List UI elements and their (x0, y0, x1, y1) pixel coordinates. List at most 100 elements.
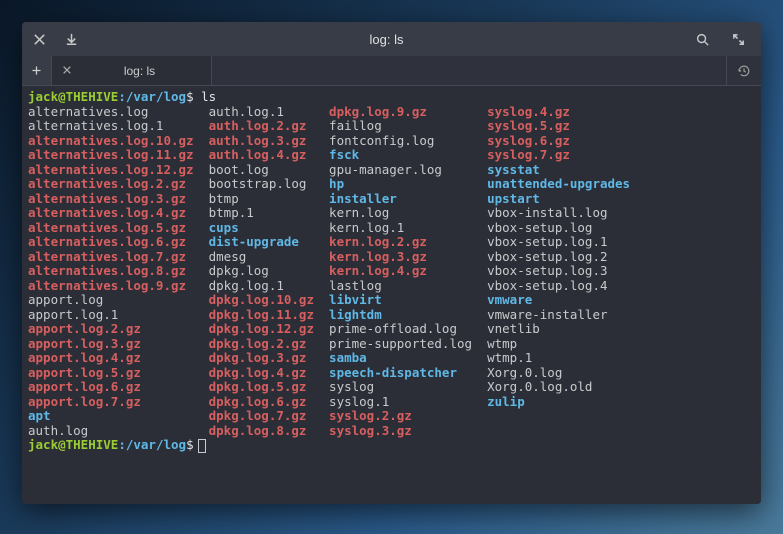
file-entry: alternatives.log.8.gz (28, 264, 209, 279)
file-entry: syslog.5.gz (487, 119, 638, 134)
file-entry: lightdm (329, 308, 487, 323)
file-entry: dpkg.log.11.gz (209, 308, 329, 323)
file-entry: vbox-setup.log.2 (487, 250, 638, 265)
terminal-window: log: ls log: ls jack@THEHIVE:/var/log$ l… (22, 22, 761, 504)
file-entry: unattended-upgrades (487, 177, 638, 192)
terminal-viewport[interactable]: jack@THEHIVE:/var/log$ ls alternatives.l… (22, 86, 761, 504)
file-entry: bootstrap.log (209, 177, 329, 192)
tab-bar: log: ls (22, 56, 761, 86)
file-entry: libvirt (329, 293, 487, 308)
file-entry: fsck (329, 148, 487, 163)
file-entry: alternatives.log.3.gz (28, 192, 209, 207)
file-entry: apport.log.7.gz (28, 395, 209, 410)
file-entry: alternatives.log.12.gz (28, 163, 209, 178)
download-icon[interactable] (62, 30, 80, 48)
ls-column: syslog.4.gz syslog.5.gz syslog.6.gz sysl… (487, 105, 638, 439)
prompt-cwd: /var/log (126, 89, 186, 104)
file-entry: kern.log.2.gz (329, 235, 487, 250)
file-entry: apport.log.4.gz (28, 351, 209, 366)
file-entry: apt (28, 409, 209, 424)
file-entry: gpu-manager.log (329, 163, 487, 178)
file-entry: dmesg (209, 250, 329, 265)
ls-column: dpkg.log.9.gz faillog fontconfig.log fsc… (329, 105, 487, 439)
file-entry: dpkg.log.10.gz (209, 293, 329, 308)
file-entry: dist-upgrade (209, 235, 329, 250)
file-entry: syslog.7.gz (487, 148, 638, 163)
file-entry: vbox-setup.log.1 (487, 235, 638, 250)
file-entry: dpkg.log.1 (209, 279, 329, 294)
file-entry: vbox-install.log (487, 206, 638, 221)
tab-spacer (212, 56, 727, 85)
file-entry: kern.log.4.gz (329, 264, 487, 279)
ls-output: alternatives.log alternatives.log.1 alte… (28, 105, 755, 439)
file-entry: dpkg.log (209, 264, 329, 279)
file-entry: apport.log.1 (28, 308, 209, 323)
file-entry: dpkg.log.12.gz (209, 322, 329, 337)
file-entry: upstart (487, 192, 638, 207)
cursor (198, 439, 206, 453)
new-tab-button[interactable] (22, 56, 52, 85)
file-entry: auth.log.3.gz (209, 134, 329, 149)
file-entry: speech-dispatcher (329, 366, 487, 381)
search-icon[interactable] (693, 30, 711, 48)
file-entry: syslog.1 (329, 395, 487, 410)
tab-active[interactable]: log: ls (52, 56, 212, 85)
file-entry: hp (329, 177, 487, 192)
file-entry: alternatives.log.1 (28, 119, 209, 134)
file-entry: alternatives.log.11.gz (28, 148, 209, 163)
prompt-user: jack@THEHIVE (28, 89, 118, 104)
file-entry: prime-supported.log (329, 337, 487, 352)
prompt-line: jack@THEHIVE:/var/log$ ls (28, 90, 755, 105)
file-entry: alternatives.log.4.gz (28, 206, 209, 221)
file-entry: syslog (329, 380, 487, 395)
file-entry: vnetlib (487, 322, 638, 337)
file-entry: kern.log (329, 206, 487, 221)
file-entry: btmp (209, 192, 329, 207)
file-entry: auth.log.2.gz (209, 119, 329, 134)
file-entry: vbox-setup.log.4 (487, 279, 638, 294)
history-icon[interactable] (727, 56, 761, 85)
file-entry: zulip (487, 395, 638, 410)
window-title: log: ls (80, 32, 693, 47)
file-entry: alternatives.log.5.gz (28, 221, 209, 236)
file-entry: dpkg.log.4.gz (209, 366, 329, 381)
ls-column: auth.log.1 auth.log.2.gz auth.log.3.gz a… (209, 105, 329, 439)
close-icon[interactable] (30, 30, 48, 48)
prompt-sep: : (118, 89, 126, 104)
prompt-command: ls (201, 89, 216, 104)
file-entry: alternatives.log (28, 105, 209, 120)
file-entry: boot.log (209, 163, 329, 178)
file-entry: alternatives.log.6.gz (28, 235, 209, 250)
file-entry: cups (209, 221, 329, 236)
file-entry: alternatives.log.9.gz (28, 279, 209, 294)
file-entry: vmware (487, 293, 638, 308)
file-entry: dpkg.log.8.gz (209, 424, 329, 439)
file-entry: Xorg.0.log.old (487, 380, 638, 395)
expand-icon[interactable] (729, 30, 747, 48)
file-entry: alternatives.log.10.gz (28, 134, 209, 149)
file-entry: vbox-setup.log (487, 221, 638, 236)
file-entry: apport.log.2.gz (28, 322, 209, 337)
file-entry: dpkg.log.3.gz (209, 351, 329, 366)
file-entry: vmware-installer (487, 308, 638, 323)
titlebar: log: ls (22, 22, 761, 56)
tab-close-icon[interactable] (62, 64, 72, 78)
tab-label: log: ls (82, 64, 197, 78)
file-entry: vbox-setup.log.3 (487, 264, 638, 279)
file-entry: apport.log.5.gz (28, 366, 209, 381)
file-entry: fontconfig.log (329, 134, 487, 149)
file-entry: prime-offload.log (329, 322, 487, 337)
file-entry: apport.log (28, 293, 209, 308)
file-entry: Xorg.0.log (487, 366, 638, 381)
file-entry: kern.log.1 (329, 221, 487, 236)
file-entry: dpkg.log.6.gz (209, 395, 329, 410)
file-entry: samba (329, 351, 487, 366)
file-entry: btmp.1 (209, 206, 329, 221)
file-entry: lastlog (329, 279, 487, 294)
file-entry: faillog (329, 119, 487, 134)
file-entry: dpkg.log.2.gz (209, 337, 329, 352)
file-entry: apport.log.3.gz (28, 337, 209, 352)
file-entry: dpkg.log.7.gz (209, 409, 329, 424)
file-entry: auth.log.1 (209, 105, 329, 120)
file-entry: alternatives.log.2.gz (28, 177, 209, 192)
